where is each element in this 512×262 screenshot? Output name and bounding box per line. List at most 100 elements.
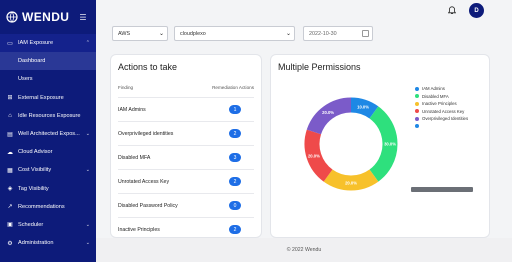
sidebar-nav: ▭ IAM Exposure ⌃ Dashboard Users ⊞ Exter… <box>0 34 96 252</box>
calendar-icon: ▣ <box>7 222 13 229</box>
legend-dot-icon <box>415 124 419 129</box>
legend-item[interactable]: IAM Admins <box>415 85 468 93</box>
chevron-down-icon: ⌄ <box>285 31 291 37</box>
legend-item[interactable]: Unrotated Access Key <box>415 108 468 116</box>
sidebar-item-label: Administration <box>18 240 54 247</box>
legend-label: Unrotated Access Key <box>422 108 465 114</box>
legend-dot-icon <box>415 109 419 114</box>
legend-dot-icon <box>415 101 419 106</box>
cloud-icon: ☁ <box>7 149 13 156</box>
sidebar-item-idle-resources[interactable]: ⌂ Idle Resources Exposure <box>0 107 96 125</box>
finding-label: IAM Admins <box>118 106 146 113</box>
table-row[interactable]: Disabled Password Policy 0 <box>118 193 254 217</box>
actions-card: Actions to take Finding Remediation Acti… <box>110 54 262 238</box>
permissions-title: Multiple Permissions <box>278 62 361 72</box>
sidebar-item-label: Well Architected Expos... <box>18 131 80 138</box>
finding-label: Disabled Password Policy <box>118 202 178 209</box>
date-value: 2022-10-30 <box>309 30 337 37</box>
legend-scrollbar[interactable] <box>411 187 473 192</box>
actions-table-header: Finding Remediation Actions <box>118 85 254 90</box>
table-row[interactable]: Overprivileged identities 2 <box>118 121 254 145</box>
sidebar-item-label: IAM Exposure <box>18 40 54 47</box>
chevron-down-icon: ⌄ <box>85 240 90 247</box>
legend-label: Disabled MFA <box>422 93 449 99</box>
account-select[interactable]: cloudplexo ⌄ <box>174 26 295 41</box>
sidebar-item-label: Dashboard <box>18 58 46 65</box>
count-badge[interactable]: 2 <box>229 129 241 138</box>
col-finding: Finding <box>118 85 134 90</box>
provider-value: AWS <box>118 30 131 37</box>
date-input[interactable]: 2022-10-30 <box>303 26 373 41</box>
chevron-down-icon: ⌄ <box>85 167 90 174</box>
sidebar-item-label: Recommendations <box>18 203 65 210</box>
monitor-icon: ▭ <box>7 40 13 47</box>
sidebar: WENDU ☰ ▭ IAM Exposure ⌃ Dashboard Users… <box>0 0 96 262</box>
sidebar-item-dashboard[interactable]: Dashboard <box>0 52 96 71</box>
legend-dot-icon <box>415 94 419 99</box>
calendar-icon[interactable] <box>362 30 369 37</box>
finding-label: Overprivileged identities <box>118 130 174 137</box>
legend-label: Overprivileged Identities <box>422 116 469 122</box>
col-remediation: Remediation Actions <box>212 85 254 90</box>
finding-label: Disabled MFA <box>118 154 151 161</box>
legend-item[interactable] <box>415 123 468 131</box>
permissions-card: Multiple Permissions 10.0% 30.0% 20.0% 20.0… <box>270 54 490 238</box>
sidebar-item-well-architected[interactable]: ▤ Well Architected Expos... ⌄ <box>0 125 96 143</box>
finding-label: Inactive Principles <box>118 226 160 233</box>
table-row[interactable]: Unrotated Access Key 2 <box>118 169 254 193</box>
chevron-down-icon: ⌄ <box>85 221 90 228</box>
count-badge[interactable]: 2 <box>229 225 241 234</box>
count-badge[interactable]: 3 <box>229 153 241 162</box>
slice-label: 20.0% <box>345 181 357 186</box>
sidebar-item-label: Cloud Advisor <box>18 149 53 156</box>
globe-logo-icon <box>6 11 18 23</box>
legend-item[interactable]: Inactive Principles <box>415 100 468 108</box>
trend-icon: ↗ <box>7 204 13 211</box>
sidebar-item-cloud-advisor[interactable]: ☁ Cloud Advisor <box>0 143 96 161</box>
external-icon: ⊞ <box>7 95 13 102</box>
chevron-down-icon: ⌄ <box>85 131 90 138</box>
sidebar-item-scheduler[interactable]: ▣ Scheduler ⌄ <box>0 216 96 234</box>
sidebar-item-users[interactable]: Users <box>0 70 96 88</box>
cost-icon: ▦ <box>7 167 13 174</box>
slice-label: 10.0% <box>357 104 369 109</box>
sidebar-item-label: Tag Visibility <box>18 185 49 192</box>
avatar[interactable]: D <box>469 3 484 18</box>
sidebar-item-label: Cost Visibility <box>18 167 52 174</box>
slice-label: 20.0% <box>322 110 334 115</box>
count-badge[interactable]: 2 <box>229 177 241 186</box>
legend-item[interactable]: Disabled MFA <box>415 93 468 101</box>
sidebar-item-iam-exposure[interactable]: ▭ IAM Exposure ⌃ <box>0 34 96 53</box>
sidebar-item-recommendations[interactable]: ↗ Recommendations <box>0 198 96 216</box>
brand: WENDU ☰ <box>0 0 96 34</box>
chart-legend: IAM Admins Disabled MFA Inactive Principle… <box>415 85 468 130</box>
sidebar-item-label: External Exposure <box>18 94 64 101</box>
topbar: D <box>96 0 512 20</box>
architect-icon: ▤ <box>7 131 13 138</box>
slice-label: 30.0% <box>384 142 396 147</box>
footer: © 2022 Wendu <box>96 238 512 262</box>
slice-label: 20.0% <box>308 154 320 159</box>
provider-select[interactable]: AWS ⌄ <box>112 26 168 41</box>
menu-toggle-icon[interactable]: ☰ <box>79 13 86 22</box>
sidebar-item-external-exposure[interactable]: ⊞ External Exposure <box>0 89 96 107</box>
chevron-up-icon: ⌃ <box>85 40 90 47</box>
table-row[interactable]: Disabled MFA 3 <box>118 145 254 169</box>
chevron-down-icon: ⌄ <box>158 31 164 37</box>
sidebar-item-cost-visibility[interactable]: ▦ Cost Visibility ⌄ <box>0 161 96 179</box>
brand-name: WENDU <box>22 10 70 24</box>
legend-label: IAM Admins <box>422 86 445 92</box>
count-badge[interactable]: 1 <box>229 105 241 114</box>
permissions-donut-chart: 10.0% 30.0% 20.0% 20.0% 20.0% <box>304 97 398 191</box>
admin-icon: ⚙ <box>7 240 13 247</box>
count-badge[interactable]: 0 <box>229 201 241 210</box>
sidebar-item-label: Users <box>18 76 33 83</box>
bell-icon[interactable] <box>448 6 456 15</box>
table-row[interactable]: IAM Admins 1 <box>118 97 254 121</box>
sidebar-item-tag-visibility[interactable]: ◈ Tag Visibility <box>0 180 96 198</box>
table-row[interactable]: Inactive Principles 2 <box>118 217 254 237</box>
sidebar-item-administration[interactable]: ⚙ Administration ⌄ <box>0 234 96 252</box>
legend-item[interactable]: Overprivileged Identities <box>415 115 468 123</box>
legend-dot-icon <box>415 116 419 121</box>
legend-dot-icon <box>415 86 419 91</box>
